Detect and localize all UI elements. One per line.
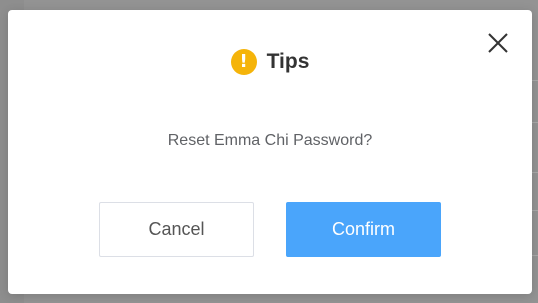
dialog-message: Reset Emma Chi Password? <box>167 132 373 149</box>
dialog-header: ! Tips <box>8 48 532 76</box>
confirm-button[interactable]: Confirm <box>286 202 441 257</box>
dialog-title: Tips <box>266 50 310 73</box>
exclamation-circle-icon: ! <box>230 49 257 75</box>
cancel-button[interactable]: Cancel <box>99 202 254 257</box>
confirm-dialog: ! Tips Reset Emma Chi Password? Cancel C… <box>8 10 532 294</box>
